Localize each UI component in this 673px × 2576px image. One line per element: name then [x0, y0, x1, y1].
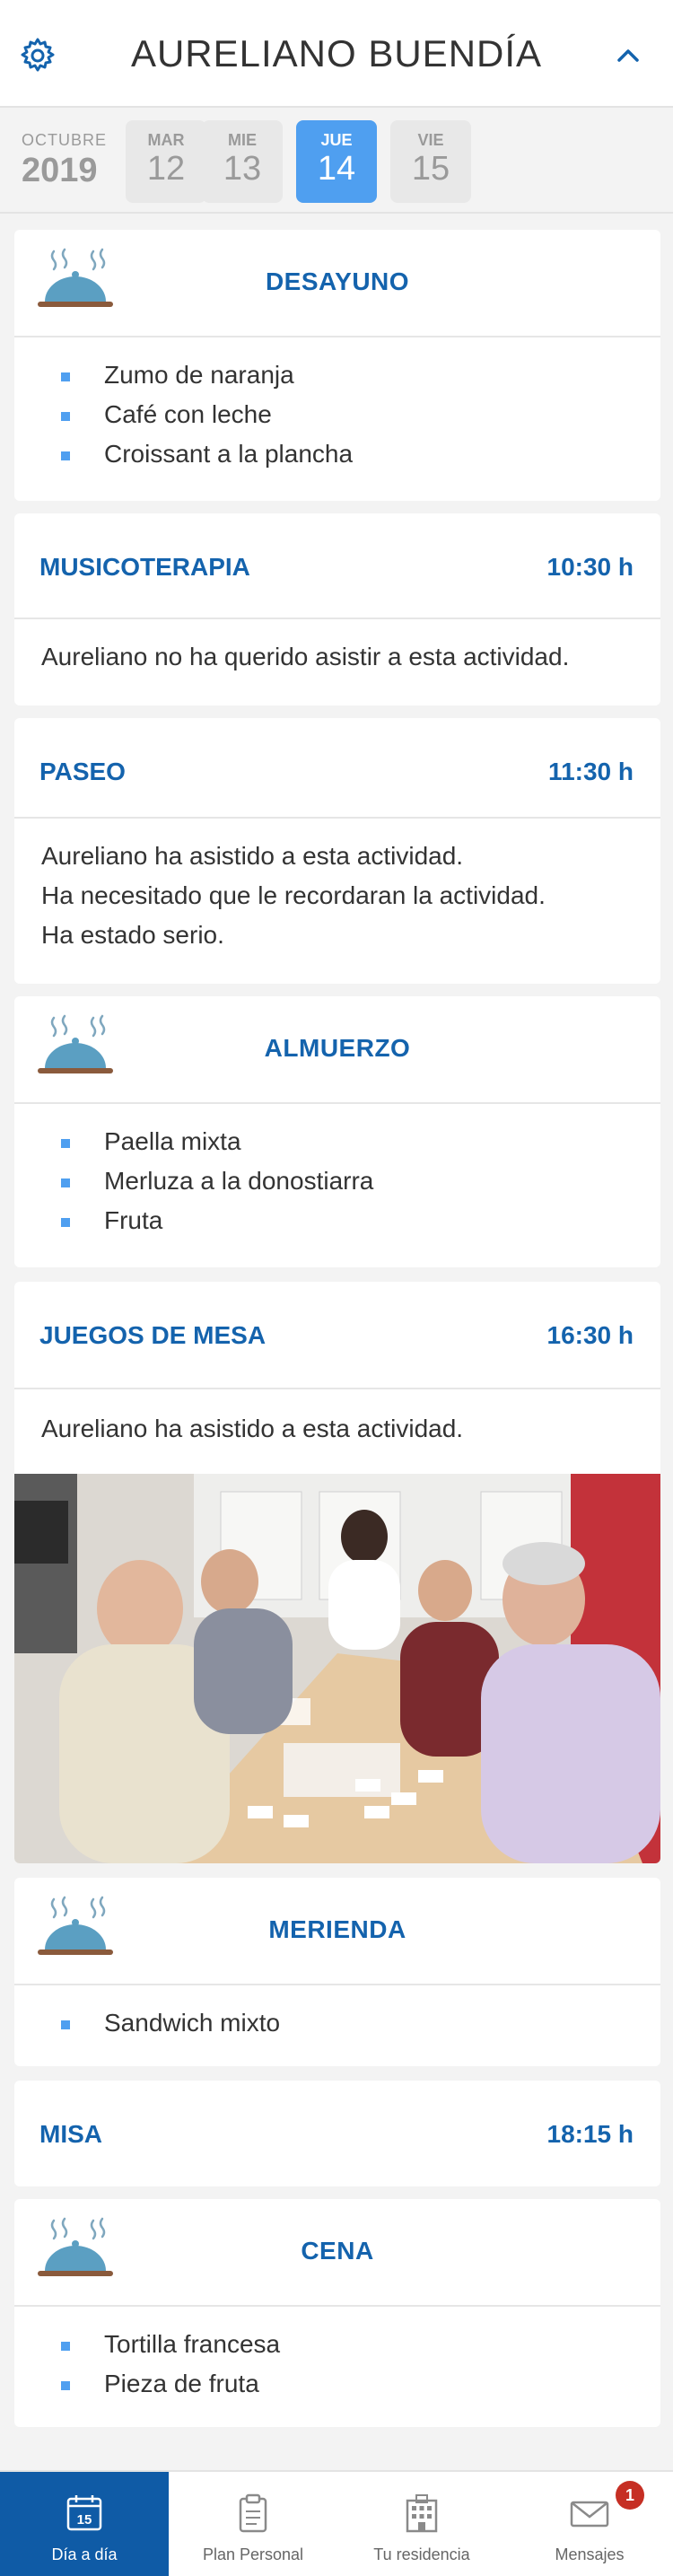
activity-time: 10:30 h: [546, 553, 634, 581]
meal-title: ALMUERZO: [264, 1034, 411, 1062]
page-title: AURELIANO BUENDÍA: [130, 32, 543, 74]
tab-label: Plan Personal: [202, 2545, 304, 2563]
meal-card-cena: CENA Tortilla francesa Pieza de fruta: [14, 2199, 660, 2427]
day-tab-tue[interactable]: MAR 12: [126, 120, 206, 203]
tab-mensajes[interactable]: 1 Mensajes: [506, 2472, 673, 2576]
day-tab-wed[interactable]: MIE 13: [202, 120, 283, 203]
day-number: 15: [411, 150, 450, 188]
note-line: Aureliano ha asistido a esta actividad.: [41, 1415, 464, 1442]
day-name: JUE: [320, 131, 353, 149]
day-tab-fri[interactable]: VIE 15: [390, 120, 471, 203]
activity-card-misa: MISA 18:15 h: [14, 2081, 660, 2186]
tab-plan-personal[interactable]: Plan Personal: [169, 2472, 337, 2576]
list-item: Croissant a la plancha: [61, 434, 353, 474]
bottom-tab-bar: 15 Día a día Plan Personal Tu residencia: [0, 2470, 673, 2576]
year-label: 2019: [22, 152, 98, 189]
unread-badge: 1: [616, 2481, 644, 2510]
divider: [14, 817, 660, 819]
divider: [14, 336, 660, 337]
calendar-icon-day: 15: [77, 2512, 92, 2528]
day-name: VIE: [417, 131, 444, 149]
activity-time: 16:30 h: [546, 1321, 634, 1349]
meal-card-merienda: MERIENDA Sandwich mixto: [14, 1878, 660, 2066]
activity-card-paseo: PASEO 11:30 h Aureliano ha asistido a es…: [14, 718, 660, 984]
list-item: Pieza de fruta: [61, 2364, 280, 2404]
activity-notes: Aureliano no ha querido asistir a esta a…: [41, 637, 634, 677]
gear-icon[interactable]: [16, 34, 59, 77]
meal-card-desayuno: DESAYUNO Zumo de naranja Café con leche …: [14, 230, 660, 501]
activity-time: 11:30 h: [548, 758, 634, 785]
building-icon: [406, 2494, 438, 2533]
activity-title: JUEGOS DE MESA: [39, 1321, 267, 1349]
divider: [14, 2305, 660, 2307]
day-tab-thu[interactable]: JUE 14: [296, 120, 377, 203]
day-name: MAR: [147, 131, 185, 149]
note-line: Ha estado serio.: [41, 921, 224, 949]
menu-list: Tortilla francesa Pieza de fruta: [61, 2325, 280, 2404]
meal-title: CENA: [301, 2237, 374, 2265]
calendar-icon: 15: [66, 2495, 102, 2531]
meal-title: DESAYUNO: [265, 267, 410, 295]
month-label: OCTUBRE: [22, 131, 108, 149]
month-year: OCTUBRE 2019: [22, 131, 107, 190]
list-item: Tortilla francesa: [61, 2325, 280, 2364]
meal-title: MERIENDA: [268, 1915, 406, 1943]
tab-label: Mensajes: [555, 2545, 625, 2563]
day-name: MIE: [227, 131, 257, 149]
tab-label: Tu residencia: [373, 2545, 470, 2563]
date-selector: OCTUBRE 2019 MAR 12 MIE 13 JUE 14 VIE 15: [0, 110, 673, 214]
tab-tu-residencia[interactable]: Tu residencia: [337, 2472, 506, 2576]
divider: [14, 618, 660, 619]
activity-card-musicoterapia: MUSICOTERAPIA 10:30 h Aureliano no ha qu…: [14, 513, 660, 705]
activity-photo[interactable]: [14, 1474, 660, 1863]
tab-dia-a-dia[interactable]: 15 Día a día: [0, 2472, 169, 2576]
list-item: Merluza a la donostiarra: [61, 1161, 373, 1201]
day-number: 12: [146, 150, 186, 188]
activity-title: PASEO: [39, 758, 126, 785]
clipboard-icon: [239, 2493, 267, 2533]
list-item: Paella mixta: [61, 1122, 373, 1161]
meal-card-almuerzo: ALMUERZO Paella mixta Merluza a la donos…: [14, 996, 660, 1267]
list-item: Café con leche: [61, 395, 353, 434]
activity-notes: Aureliano ha asistido a esta actividad.: [41, 1409, 634, 1449]
divider: [14, 1984, 660, 1985]
note-line: Aureliano no ha querido asistir a esta a…: [41, 643, 570, 670]
day-number: 14: [317, 150, 356, 188]
app-header: AURELIANO BUENDÍA: [0, 0, 673, 108]
divider: [14, 1388, 660, 1389]
list-item: Zumo de naranja: [61, 355, 353, 395]
menu-list: Zumo de naranja Café con leche Croissant…: [61, 355, 353, 474]
divider: [14, 1102, 660, 1104]
menu-list: Sandwich mixto: [61, 2003, 280, 2043]
tab-label: Día a día: [51, 2545, 118, 2563]
list-item: Sandwich mixto: [61, 2003, 280, 2043]
note-line: Ha necesitado que le recordaran la activ…: [41, 881, 546, 909]
activity-title: MUSICOTERAPIA: [39, 553, 250, 581]
activity-time: 18:15 h: [546, 2120, 634, 2148]
day-number: 13: [223, 150, 262, 188]
chevron-up-icon[interactable]: [614, 41, 642, 70]
note-line: Aureliano ha asistido a esta actividad.: [41, 842, 464, 870]
activity-notes: Aureliano ha asistido a esta actividad. …: [41, 837, 634, 955]
activity-title: MISA: [39, 2120, 102, 2148]
menu-list: Paella mixta Merluza a la donostiarra Fr…: [61, 1122, 373, 1240]
list-item: Fruta: [61, 1201, 373, 1240]
envelope-icon: [570, 2501, 609, 2528]
